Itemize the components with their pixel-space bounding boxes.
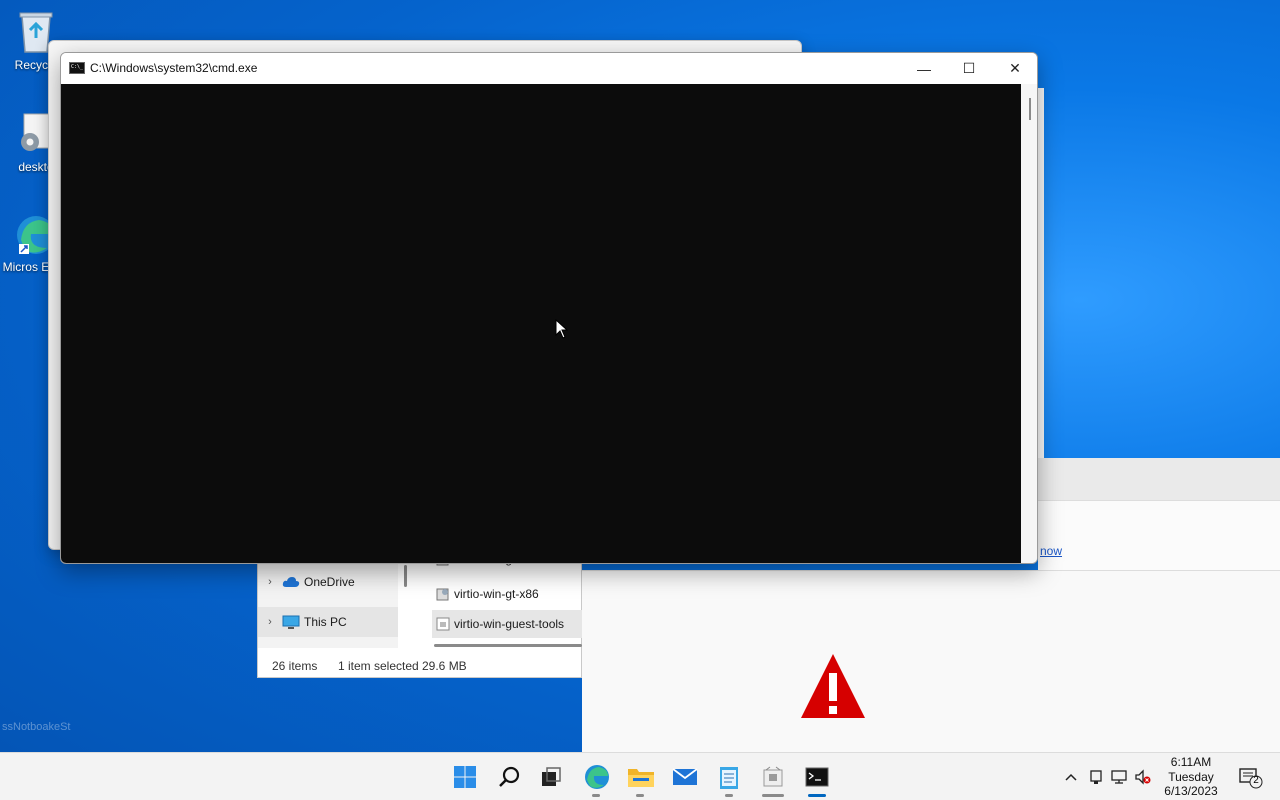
scrollbar[interactable]	[404, 565, 407, 587]
start-icon[interactable]	[451, 763, 479, 791]
running-indicator	[762, 794, 784, 797]
maximize-button[interactable]: ☐	[946, 53, 992, 84]
cloud-icon	[282, 576, 304, 588]
file-item-selected[interactable]: virtio-win-guest-tools	[432, 610, 582, 638]
console-output[interactable]	[61, 84, 1021, 563]
task-view-icon[interactable]	[537, 763, 565, 791]
installer-icon	[432, 586, 454, 602]
file-explorer-icon[interactable]	[627, 763, 655, 791]
settings-header-band	[1038, 458, 1280, 500]
running-indicator	[592, 794, 600, 797]
chevron-right-icon[interactable]: ›	[258, 576, 282, 588]
running-indicator	[725, 794, 733, 797]
selection-size: 29.6 MB	[422, 659, 467, 673]
edge-icon[interactable]	[583, 763, 611, 791]
chevron-right-icon[interactable]: ›	[258, 616, 282, 628]
notification-center-button[interactable]: 2	[1238, 767, 1264, 789]
network-icon[interactable]	[1110, 768, 1128, 786]
application-icon	[432, 617, 454, 631]
scrollbar[interactable]	[1021, 84, 1037, 563]
notification-count: 2	[1253, 775, 1259, 786]
scrollbar-thumb[interactable]	[1029, 98, 1031, 120]
now-link[interactable]: now	[1040, 544, 1062, 558]
notepad-icon[interactable]	[715, 763, 743, 791]
clock-date: 6/13/2023	[1164, 784, 1218, 798]
setup-icon[interactable]	[759, 763, 787, 791]
settings-panel	[1038, 500, 1280, 570]
window-title: C:\Windows\system32\cmd.exe	[90, 61, 258, 75]
clock-time: 6:11AM	[1170, 755, 1212, 769]
taskbar: 6:11AM Tuesday 6/13/2023 2	[0, 752, 1280, 800]
nav-item-label: This PC	[304, 615, 347, 629]
clock[interactable]: 6:11AM Tuesday 6/13/2023	[1150, 755, 1232, 799]
mouse-cursor-icon	[555, 319, 569, 339]
minimize-button[interactable]: —	[901, 53, 947, 84]
status-bar: 26 items 1 item selected 29.6 MB	[258, 655, 583, 677]
chevron-up-icon[interactable]	[1062, 768, 1080, 786]
console-icon	[69, 62, 85, 74]
file-explorer-window[interactable]: › OneDrive › This PC virtio-win-gt-x64 v…	[257, 552, 583, 678]
file-item[interactable]: virtio-win-gt-x86	[432, 580, 582, 608]
cmd-window[interactable]: C:\Windows\system32\cmd.exe — ☐ ✕	[60, 52, 1038, 564]
error-panel	[582, 570, 1280, 752]
mail-icon[interactable]	[671, 763, 699, 791]
item-count: 26 items	[272, 659, 318, 673]
file-name: virtio-win-gt-x86	[454, 587, 539, 601]
close-button[interactable]: ✕	[992, 53, 1037, 84]
horizontal-scrollbar[interactable]	[434, 644, 582, 647]
active-indicator	[808, 794, 826, 797]
running-indicator	[636, 794, 644, 797]
nav-item-onedrive[interactable]: › OneDrive	[258, 567, 398, 597]
device-icon[interactable]	[1087, 768, 1105, 786]
nav-item-label: OneDrive	[304, 575, 355, 589]
warning-icon	[801, 654, 865, 718]
nav-item-this-pc[interactable]: › This PC	[258, 607, 398, 637]
search-icon[interactable]	[495, 763, 523, 791]
selection-count: 1 item selected	[338, 659, 419, 673]
clock-day: Tuesday	[1168, 769, 1214, 784]
desktop-watermark: ssNotboakeSt	[2, 721, 71, 733]
navigation-pane: › OneDrive › This PC	[258, 555, 398, 648]
monitor-icon	[282, 615, 304, 629]
title-bar[interactable]: C:\Windows\system32\cmd.exe — ☐ ✕	[61, 53, 1037, 84]
notification-icon	[1239, 768, 1263, 789]
file-name: virtio-win-guest-tools	[454, 617, 565, 631]
terminal-icon[interactable]	[803, 763, 831, 791]
